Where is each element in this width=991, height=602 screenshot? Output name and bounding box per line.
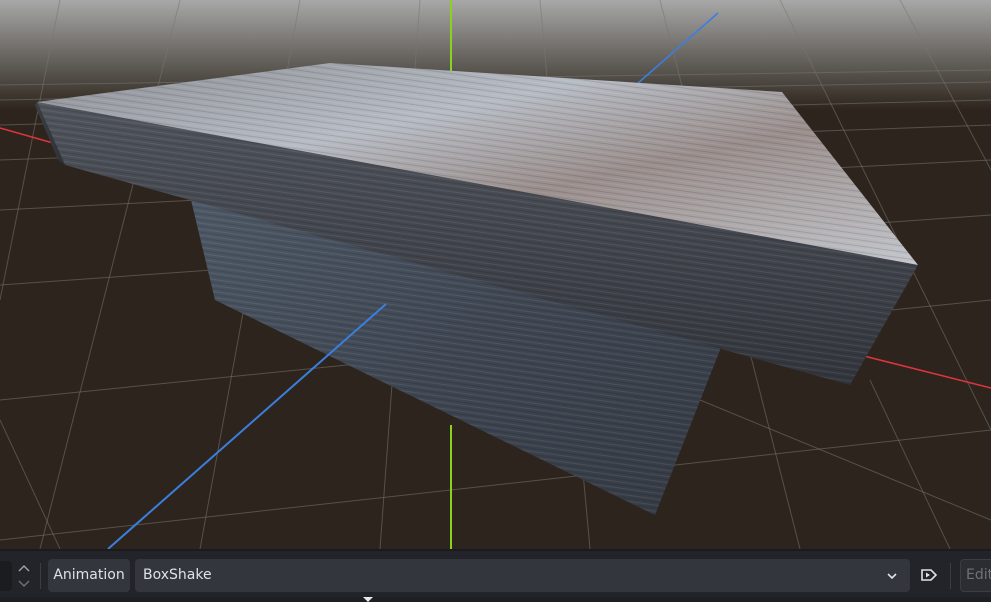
animation-menu-label: Animation [53, 567, 125, 583]
edit-button[interactable]: Edit [960, 559, 991, 592]
autoplay-icon[interactable] [919, 565, 939, 585]
animation-select[interactable]: BoxShake [135, 559, 910, 592]
timeline-strip[interactable] [0, 597, 991, 602]
viewport-canvas [0, 0, 991, 549]
chevron-down-icon [884, 559, 900, 592]
toolbar-separator [950, 563, 951, 589]
playhead-marker[interactable] [363, 597, 373, 602]
edit-button-label: Edit [966, 567, 991, 583]
3d-viewport[interactable] [0, 0, 991, 549]
frame-spinbox[interactable] [0, 561, 12, 591]
animation-toolbar: Animation BoxShake Edit [0, 549, 991, 602]
animation-menu-button[interactable]: Animation [48, 559, 130, 592]
up-down-arrows-icon[interactable] [15, 559, 33, 593]
toolbar-separator [40, 563, 41, 589]
selected-animation-label: BoxShake [143, 567, 212, 583]
